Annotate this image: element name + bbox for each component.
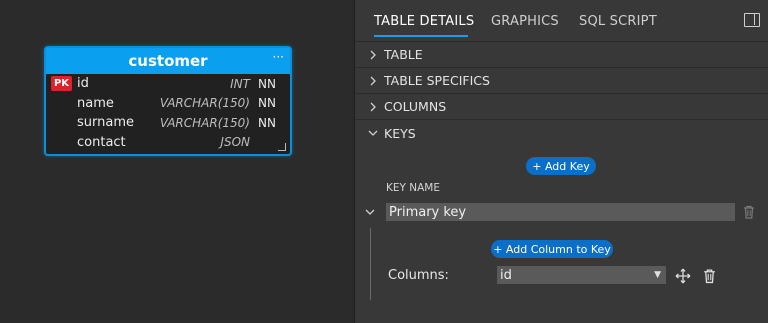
dropdown-arrow-icon: ▼: [654, 270, 661, 280]
column-name: contact: [77, 134, 126, 150]
selected-column-value: id: [500, 267, 512, 283]
chevron-down-icon[interactable]: [364, 206, 376, 218]
key-name-input[interactable]: Primary key: [386, 203, 735, 221]
section-label: KEYS: [384, 125, 416, 141]
chevron-right-icon: [370, 102, 376, 112]
entity-title: customer: [128, 52, 208, 70]
chevron-down-icon: [368, 130, 378, 136]
column-name: surname: [77, 115, 134, 131]
section-columns[interactable]: COLUMNS: [355, 94, 768, 120]
entity-customer[interactable]: customer ··· PK id INT NN name VARCHAR(1…: [44, 46, 292, 156]
panel-toggle-icon[interactable]: [744, 13, 760, 27]
column-nn: NN: [258, 96, 276, 111]
add-column-to-key-button[interactable]: + Add Column to Key: [491, 240, 613, 258]
tab-table-details[interactable]: TABLE DETAILS: [374, 14, 474, 29]
chevron-right-icon: [370, 50, 376, 60]
active-tab-indicator: [374, 35, 468, 37]
column-nn: NN: [258, 76, 276, 91]
pk-badge: PK: [51, 76, 72, 91]
ellipsis-icon[interactable]: ···: [273, 51, 284, 63]
entity-column-row[interactable]: contact JSON: [46, 133, 290, 153]
entity-column-row[interactable]: PK id INT NN: [46, 74, 290, 94]
column-type: VARCHAR(150): [159, 115, 250, 130]
add-key-button[interactable]: + Add Key: [526, 157, 596, 175]
column-type: JSON: [220, 135, 250, 150]
section-label: TABLE: [384, 47, 423, 62]
move-icon[interactable]: [675, 268, 691, 284]
key-column-select[interactable]: id ▼: [497, 266, 666, 284]
section-table-specifics[interactable]: TABLE SPECIFICS: [355, 68, 768, 94]
section-label: COLUMNS: [384, 99, 447, 114]
entity-column-row[interactable]: surname VARCHAR(150) NN: [46, 113, 290, 133]
resize-handle-icon[interactable]: [278, 143, 286, 151]
columns-label: Columns:: [388, 268, 449, 283]
key-detail-divider: [370, 228, 371, 300]
chevron-right-icon: [370, 76, 376, 86]
column-name: name: [77, 95, 114, 111]
section-label: TABLE SPECIFICS: [384, 73, 490, 88]
column-type: VARCHAR(150): [159, 96, 250, 111]
key-name-header: KEY NAME: [386, 182, 441, 194]
column-nn: NN: [258, 115, 276, 130]
tab-bar: TABLE DETAILS GRAPHICS SQL SCRIPT: [355, 0, 768, 42]
tab-sql-script[interactable]: SQL SCRIPT: [579, 14, 657, 29]
diagram-canvas[interactable]: customer ··· PK id INT NN name VARCHAR(1…: [0, 0, 354, 323]
trash-icon[interactable]: [702, 268, 717, 284]
trash-icon[interactable]: [742, 205, 756, 219]
column-type: INT: [230, 76, 250, 91]
entity-header[interactable]: customer ···: [46, 48, 290, 74]
column-name: id: [77, 76, 89, 92]
section-keys[interactable]: KEYS: [355, 120, 768, 146]
section-table[interactable]: TABLE: [355, 42, 768, 68]
entity-column-row[interactable]: name VARCHAR(150) NN: [46, 94, 290, 114]
tab-graphics[interactable]: GRAPHICS: [491, 14, 559, 29]
